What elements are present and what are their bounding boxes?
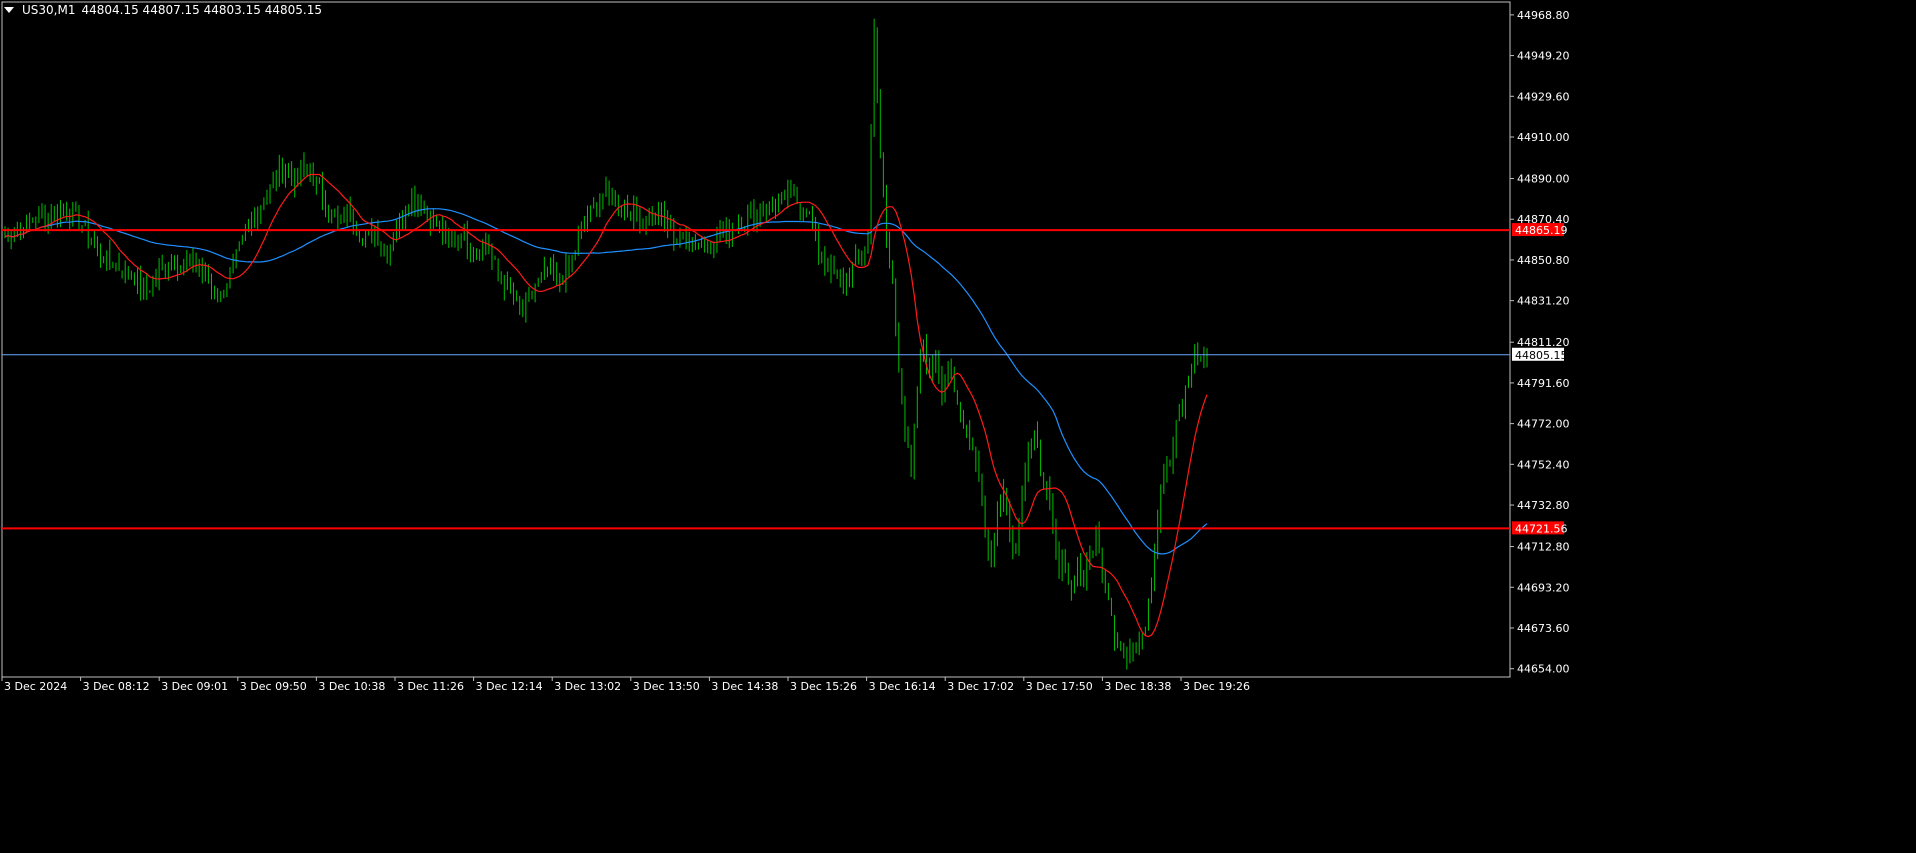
x-tick-label: 3 Dec 12:14 <box>476 680 543 693</box>
x-tick-label: 3 Dec 08:12 <box>83 680 150 693</box>
y-tick-label: 44929.60 <box>1517 90 1570 103</box>
x-tick-label: 3 Dec 14:38 <box>711 680 778 693</box>
chevron-down-icon[interactable] <box>4 7 14 13</box>
y-tick-label: 44831.20 <box>1517 295 1570 308</box>
x-tick-label: 3 Dec 13:02 <box>554 680 621 693</box>
chart-header: US30,M1 44804.15 44807.15 44803.15 44805… <box>4 3 322 17</box>
price-chart[interactable]: 44865.1944721.5644805.1544968.8044949.20… <box>0 0 1916 850</box>
y-tick-label: 44772.00 <box>1517 418 1570 431</box>
y-tick-label: 44811.20 <box>1517 336 1570 349</box>
x-tick-label: 3 Dec 10:38 <box>318 680 385 693</box>
x-tick-label: 3 Dec 19:26 <box>1183 680 1250 693</box>
ma-fast-line <box>4 173 1208 638</box>
x-tick-label: 3 Dec 11:26 <box>397 680 464 693</box>
y-tick-label: 44850.80 <box>1517 254 1570 267</box>
price-label: 44721.56 <box>1515 522 1568 535</box>
x-tick-label: 3 Dec 2024 <box>4 680 67 693</box>
symbol-timeframe: US30,M1 <box>22 3 76 17</box>
y-tick-label: 44968.80 <box>1517 9 1570 22</box>
x-tick-label: 3 Dec 15:26 <box>790 680 857 693</box>
y-tick-label: 44890.00 <box>1517 173 1570 186</box>
x-tick-label: 3 Dec 13:50 <box>633 680 700 693</box>
y-tick-label: 44693.20 <box>1517 581 1570 594</box>
y-tick-label: 44870.40 <box>1517 213 1570 226</box>
y-tick-label: 44654.00 <box>1517 663 1570 676</box>
y-tick-label: 44732.80 <box>1517 499 1570 512</box>
x-tick-label: 3 Dec 16:14 <box>869 680 936 693</box>
y-tick-label: 44949.20 <box>1517 50 1570 63</box>
y-tick-label: 44712.80 <box>1517 541 1570 554</box>
x-tick-label: 3 Dec 09:01 <box>161 680 228 693</box>
x-tick-label: 3 Dec 09:50 <box>240 680 307 693</box>
x-tick-label: 3 Dec 17:02 <box>947 680 1014 693</box>
price-label: 44805.15 <box>1515 349 1568 362</box>
y-tick-label: 44910.00 <box>1517 131 1570 144</box>
plot-frame <box>1 1 1511 678</box>
y-tick-label: 44791.60 <box>1517 377 1570 390</box>
y-tick-label: 44673.60 <box>1517 622 1570 635</box>
chart-window[interactable]: 44865.19 44721.56 44805.15 44968.80 44949.20… <box>0 0 1916 850</box>
x-tick-label: 3 Dec 18:38 <box>1104 680 1171 693</box>
ma-slow-line <box>4 208 1208 555</box>
ohlc-values: 44804.15 44807.15 44803.15 44805.15 <box>81 3 322 17</box>
y-tick-label: 44752.40 <box>1517 458 1570 471</box>
x-tick-label: 3 Dec 17:50 <box>1026 680 1093 693</box>
